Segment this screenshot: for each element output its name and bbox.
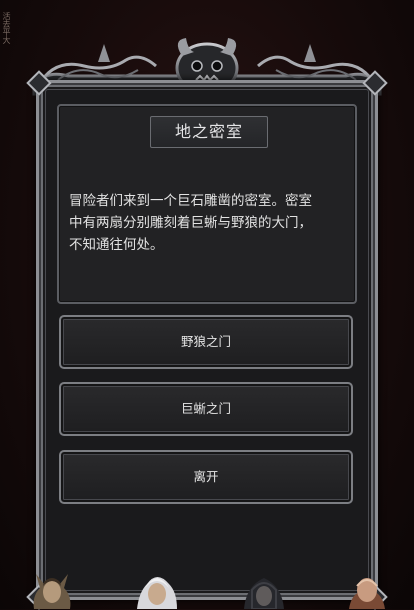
event-title: 地之密室 bbox=[150, 116, 268, 148]
white-haired-hero-portrait[interactable] bbox=[135, 566, 179, 609]
party-portraits bbox=[0, 566, 414, 609]
wolf-gate-label: 野狼之门 bbox=[180, 334, 231, 349]
event-description: 冒险者们来到一个巨石雕凿的密室。密室 中有两扇分别雕刻着巨蜥与野狼的大门， 不知… bbox=[69, 190, 349, 256]
leave-label: 离开 bbox=[193, 469, 219, 484]
wolf-gate-button[interactable]: 野狼之门 bbox=[59, 315, 353, 369]
lizard-gate-button[interactable]: 巨蜥之门 bbox=[59, 382, 353, 436]
lizard-gate-label: 巨蜥之门 bbox=[180, 401, 231, 416]
left-edge-text: 活去平大 bbox=[2, 12, 12, 44]
hooded-rogue-portrait[interactable] bbox=[242, 566, 286, 609]
event-description-line: 中有两扇分别雕刻着巨蜥与野狼的大门， bbox=[69, 215, 312, 231]
leave-button[interactable]: 离开 bbox=[59, 450, 353, 504]
bald-monk-portrait[interactable] bbox=[345, 566, 389, 609]
event-dialog: 地之密室 冒险者们来到一个巨石雕凿的密室。密室 中有两扇分别雕刻着巨蜥与野狼的大… bbox=[57, 104, 357, 304]
event-description-line: 冒险者们来到一个巨石雕凿的密室。密室 bbox=[69, 193, 312, 209]
event-description-line: 不知通往何处。 bbox=[69, 237, 164, 253]
left-edge-glyphs: 活去平大 bbox=[2, 12, 11, 44]
elf-warrior-portrait[interactable] bbox=[30, 566, 74, 609]
